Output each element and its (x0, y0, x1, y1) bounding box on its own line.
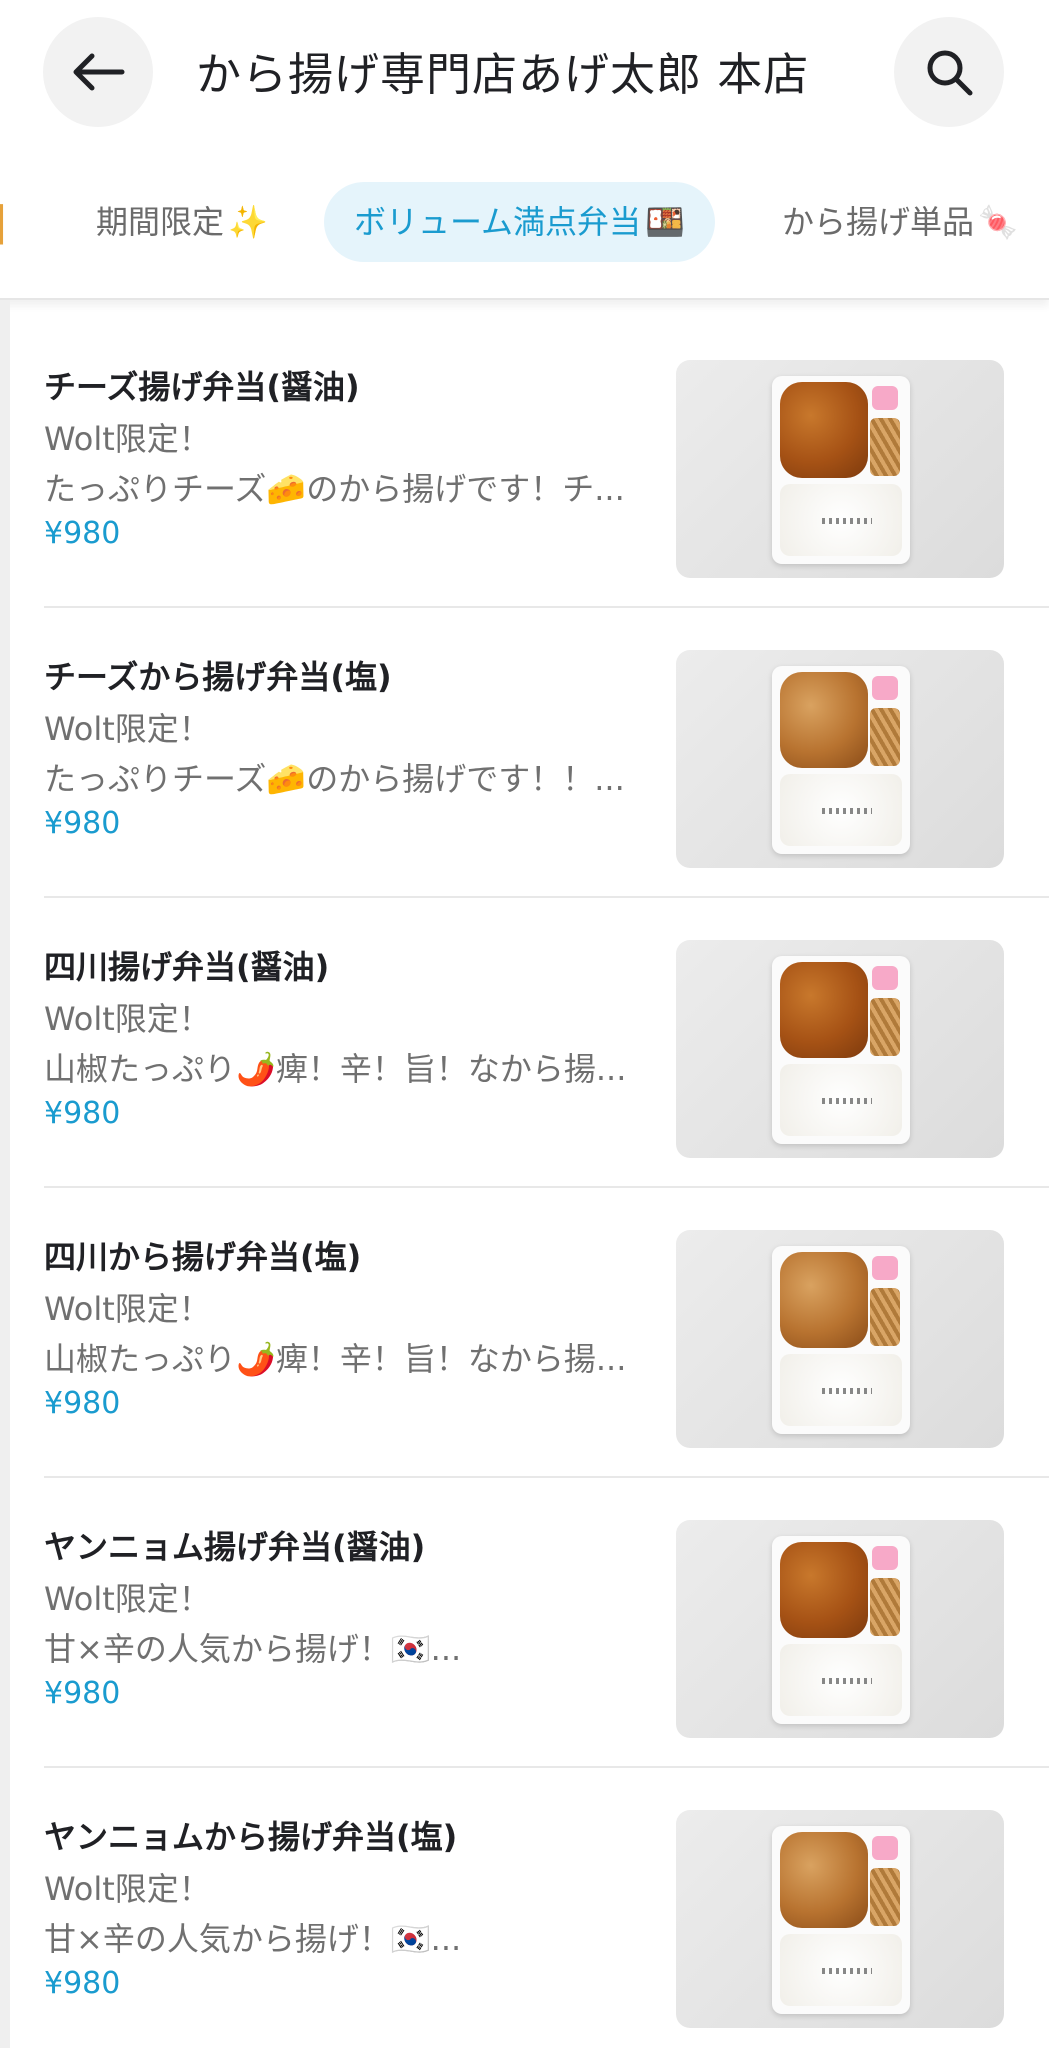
fries (870, 418, 900, 476)
bento-icon: 🍱 (645, 203, 685, 241)
pickle (872, 966, 898, 990)
item-name: チーズから揚げ弁当(塩) (44, 658, 392, 696)
pickle (872, 1546, 898, 1570)
tab-label: ボリューム満点弁当 (354, 203, 642, 241)
item-price: ¥980 (44, 1386, 121, 1421)
pickle (872, 1256, 898, 1280)
item-name: 四川から揚げ弁当(塩) (44, 1238, 362, 1276)
item-name: ヤンニョム揚げ弁当(醤油) (44, 1528, 426, 1566)
page-title: から揚げ専門店あげ太郎 本店 (196, 48, 810, 101)
page: から揚げ専門店あげ太郎 本店 ▌ 期間限定✨ ボリューム満点弁当🍱 から揚げ単品… (0, 0, 1049, 2048)
item-description-line2: 山椒たっぷり🌶️痺！辛！旨！なから揚... (44, 1050, 627, 1088)
fries (870, 1288, 900, 1346)
karaage (780, 1832, 868, 1928)
tab-stub-edge: ▌ (0, 205, 16, 245)
item-description-line2: たっぷりチーズ🧀のから揚げです！チ... (44, 470, 625, 508)
arrow-left-icon (73, 53, 125, 91)
tab-volume-bento[interactable]: ボリューム満点弁当 🍱 (324, 182, 715, 262)
rice (780, 1644, 902, 1716)
pickle (872, 386, 898, 410)
fries (870, 708, 900, 766)
back-button[interactable] (43, 17, 153, 127)
list-item[interactable]: ヤンニョム揚げ弁当(醤油) Wolt限定！ 甘×辛の人気から揚げ！🇰🇷... ¥… (0, 1478, 1049, 1768)
rice (780, 1064, 902, 1136)
rice (780, 1934, 902, 2006)
item-description-line2: たっぷりチーズ🧀のから揚げです！！... (44, 760, 625, 798)
search-icon (927, 50, 973, 96)
sesame (822, 808, 872, 814)
bento-tray (772, 1826, 910, 2014)
category-tabs: ▌ 期間限定✨ ボリューム満点弁当🍱 から揚げ単品🍬 (0, 150, 1049, 300)
sesame (822, 1388, 872, 1394)
fries (870, 998, 900, 1056)
item-description-line2: 甘×辛の人気から揚げ！🇰🇷... (44, 1630, 462, 1668)
sesame (822, 518, 872, 524)
item-price: ¥980 (44, 1676, 121, 1711)
item-image (676, 360, 1004, 578)
karaage (780, 382, 868, 478)
candy-icon: 🍬 (978, 203, 1018, 241)
bento-tray (772, 1246, 910, 1434)
item-image (676, 940, 1004, 1158)
tab-label: 期間限定 (96, 203, 225, 241)
sesame (822, 1678, 872, 1684)
bento-tray (772, 666, 910, 854)
sesame (822, 1098, 872, 1104)
item-description-line2: 山椒たっぷり🌶️痺！辛！旨！なから揚... (44, 1340, 627, 1378)
item-description-line1: Wolt限定！ (44, 420, 211, 458)
list-item[interactable]: チーズから揚げ弁当(塩) Wolt限定！ たっぷりチーズ🧀のから揚げです！！..… (0, 608, 1049, 898)
tab-limited-time[interactable]: 期間限定 ✨ (66, 182, 298, 262)
item-description-line1: Wolt限定！ (44, 1870, 211, 1908)
karaage (780, 672, 868, 768)
item-image (676, 1230, 1004, 1448)
list-item[interactable]: ヤンニョムから揚げ弁当(塩) Wolt限定！ 甘×辛の人気から揚げ！🇰🇷... … (0, 1768, 1049, 2048)
item-description-line1: Wolt限定！ (44, 1000, 211, 1038)
tab-karaage-single[interactable]: から揚げ単品 🍬 (752, 182, 1048, 262)
menu-list: チーズ揚げ弁当(醤油) Wolt限定！ たっぷりチーズ🧀のから揚げです！チ...… (0, 318, 1049, 2048)
item-price: ¥980 (44, 516, 121, 551)
item-name: 四川揚げ弁当(醤油) (44, 948, 330, 986)
fries (870, 1868, 900, 1926)
sesame (822, 1968, 872, 1974)
rice (780, 1354, 902, 1426)
sparkles-icon: ✨ (228, 203, 268, 241)
item-description-line1: Wolt限定！ (44, 710, 211, 748)
pickle (872, 676, 898, 700)
rice (780, 774, 902, 846)
header: から揚げ専門店あげ太郎 本店 (0, 0, 1049, 150)
item-description-line2: 甘×辛の人気から揚げ！🇰🇷... (44, 1920, 462, 1958)
karaage (780, 1252, 868, 1348)
list-item[interactable]: 四川揚げ弁当(醤油) Wolt限定！ 山椒たっぷり🌶️痺！辛！旨！なから揚...… (0, 898, 1049, 1188)
item-image (676, 1810, 1004, 2028)
item-description-line1: Wolt限定！ (44, 1580, 211, 1618)
item-image (676, 1520, 1004, 1738)
item-description-line1: Wolt限定！ (44, 1290, 211, 1328)
tab-label: から揚げ単品 (782, 203, 975, 241)
bento-tray (772, 956, 910, 1144)
list-item[interactable]: チーズ揚げ弁当(醤油) Wolt限定！ たっぷりチーズ🧀のから揚げです！チ...… (0, 318, 1049, 608)
pickle (872, 1836, 898, 1860)
bento-tray (772, 1536, 910, 1724)
item-price: ¥980 (44, 1096, 121, 1131)
item-image (676, 650, 1004, 868)
bento-tray (772, 376, 910, 564)
item-name: チーズ揚げ弁当(醤油) (44, 368, 360, 406)
fries (870, 1578, 900, 1636)
search-button[interactable] (894, 17, 1004, 127)
item-price: ¥980 (44, 806, 121, 841)
item-price: ¥980 (44, 1966, 121, 2001)
list-item[interactable]: 四川から揚げ弁当(塩) Wolt限定！ 山椒たっぷり🌶️痺！辛！旨！なから揚..… (0, 1188, 1049, 1478)
karaage (780, 962, 868, 1058)
item-name: ヤンニョムから揚げ弁当(塩) (44, 1818, 458, 1856)
karaage (780, 1542, 868, 1638)
rice (780, 484, 902, 556)
